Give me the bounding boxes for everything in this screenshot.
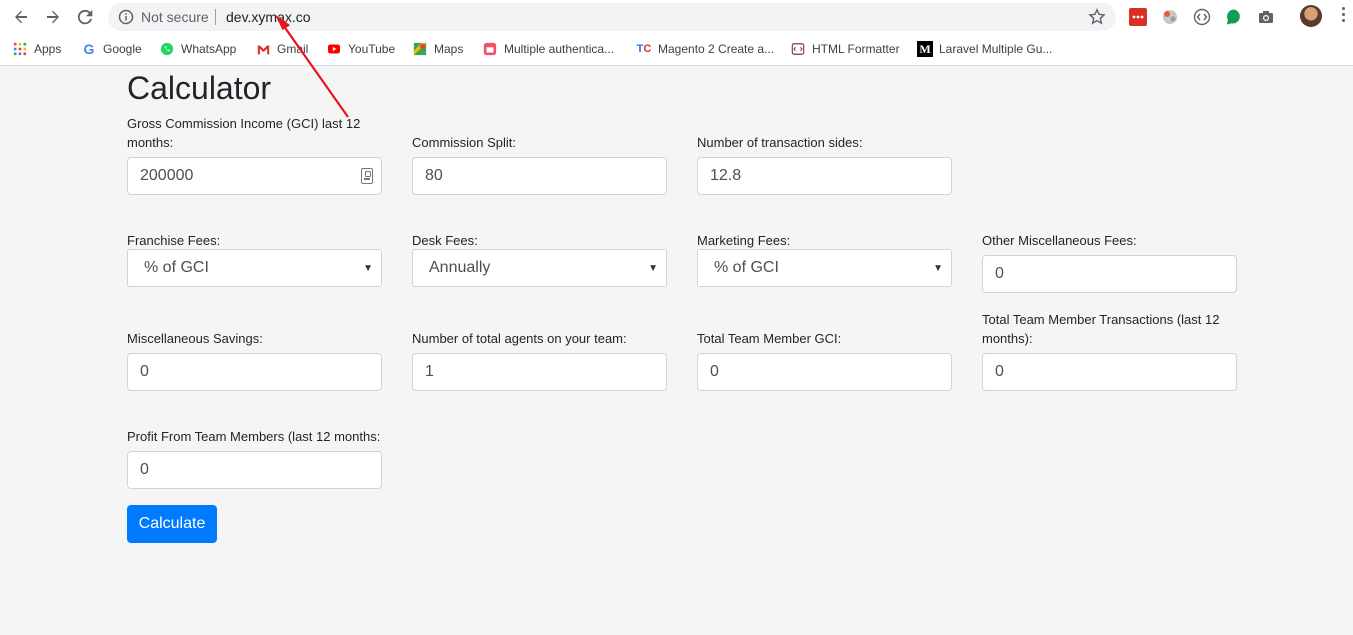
team-member-gci-label: Total Team Member GCI: — [697, 331, 842, 346]
bookmark-whatsapp[interactable]: WhatsApp — [159, 40, 236, 58]
profit-team-members-value: 0 — [140, 461, 149, 478]
bookmark-label: YouTube — [348, 42, 396, 56]
total-agents-input[interactable]: 1 — [412, 353, 667, 391]
calculate-button[interactable]: Calculate — [127, 505, 217, 543]
info-icon[interactable] — [118, 9, 134, 25]
team-member-transactions-label: Total Team Member Transactions (last 12 … — [982, 312, 1220, 346]
bookmark-youtube[interactable]: YouTube — [326, 40, 395, 58]
tc-icon: TC — [636, 43, 652, 55]
misc-savings-label: Miscellaneous Savings: — [127, 331, 263, 346]
marketing-fees-select[interactable]: % of GCI ▼ — [697, 249, 952, 287]
desk-fees-label: Desk Fees: — [412, 233, 478, 248]
maps-icon — [412, 41, 428, 57]
team-member-transactions-input[interactable]: 0 — [982, 353, 1237, 391]
medium-icon: M — [917, 41, 933, 57]
bookmark-label: WhatsApp — [181, 42, 237, 56]
commission-split-label: Commission Split: — [412, 135, 517, 150]
gci-value: 200000 — [140, 167, 194, 184]
bookmark-label: Magento 2 Create a... — [658, 42, 775, 56]
bookmark-label: HTML Formatter — [812, 42, 900, 56]
whatsapp-icon — [159, 41, 175, 57]
bookmark-label: Apps — [34, 42, 62, 56]
bookmark-gmail[interactable]: Gmail — [255, 40, 308, 58]
other-misc-fees-value: 0 — [995, 265, 1004, 282]
google-icon: G — [83, 41, 95, 57]
marketing-fees-value: % of GCI — [714, 259, 779, 276]
address-bar[interactable]: Not secure dev.xymax.co — [108, 3, 1116, 31]
bookmark-html-formatter[interactable]: HTML Formatter — [790, 40, 900, 58]
bookmarks-bar: Apps G Google WhatsApp Gmail YouTube Map… — [0, 34, 1353, 66]
chevron-down-icon: ▼ — [648, 263, 658, 274]
bookmark-pink-icon — [482, 41, 498, 57]
bookmark-apps[interactable]: Apps — [12, 40, 61, 58]
total-agents-label: Number of total agents on your team: — [412, 331, 627, 346]
profit-team-members-input[interactable]: 0 — [127, 451, 382, 489]
profit-team-members-label: Profit From Team Members (last 12 months… — [127, 429, 381, 444]
back-arrow-icon[interactable] — [9, 5, 33, 29]
bookmark-star-icon[interactable] — [1088, 8, 1106, 26]
bookmark-label: Multiple authentica... — [504, 42, 615, 56]
marketing-fees-label: Marketing Fees: — [697, 233, 791, 248]
franchise-fees-label: Franchise Fees: — [127, 233, 221, 248]
security-status-text[interactable]: Not secure — [141, 9, 209, 25]
transaction-sides-label: Number of transaction sides: — [697, 135, 863, 150]
other-misc-fees-input[interactable]: 0 — [982, 255, 1237, 293]
html-formatter-icon — [790, 41, 806, 57]
gci-input[interactable]: 200000 — [127, 157, 382, 195]
youtube-icon — [326, 41, 342, 57]
omnibox-divider — [215, 9, 216, 25]
transaction-sides-value: 12.8 — [710, 167, 742, 184]
team-member-gci-input[interactable]: 0 — [697, 353, 952, 391]
extension-camera-icon[interactable] — [1257, 8, 1275, 26]
reload-icon[interactable] — [73, 5, 97, 29]
browser-toolbar: Not secure dev.xymax.co — [0, 0, 1353, 34]
extension-code-icon[interactable] — [1193, 8, 1211, 26]
url-text[interactable]: dev.xymax.co — [226, 9, 311, 25]
team-member-gci-value: 0 — [710, 363, 719, 380]
chevron-down-icon: ▼ — [933, 263, 943, 274]
chevron-down-icon: ▼ — [363, 263, 373, 274]
other-misc-fees-label: Other Miscellaneous Fees: — [982, 233, 1137, 248]
extension-lastpass-icon[interactable] — [1129, 8, 1147, 26]
bookmark-label: Google — [103, 42, 142, 56]
commission-split-value: 80 — [425, 167, 443, 184]
contact-card-icon[interactable] — [361, 168, 373, 184]
bookmark-label: Laravel Multiple Gu... — [939, 42, 1053, 56]
bookmark-label: Maps — [434, 42, 464, 56]
extension-globe-icon[interactable] — [1161, 8, 1179, 26]
misc-savings-value: 0 — [140, 363, 149, 380]
gmail-icon — [255, 41, 271, 57]
team-member-transactions-value: 0 — [995, 363, 1004, 380]
misc-savings-input[interactable]: 0 — [127, 353, 382, 391]
bookmark-google[interactable]: G Google — [81, 40, 142, 58]
transaction-sides-input[interactable]: 12.8 — [697, 157, 952, 195]
forward-arrow-icon[interactable] — [41, 5, 65, 29]
franchise-fees-value: % of GCI — [144, 259, 209, 276]
page-title: Calculator — [127, 70, 272, 106]
gci-label: Gross Commission Income (GCI) last 12 mo… — [127, 116, 361, 150]
apps-grid-icon — [12, 41, 28, 57]
desk-fees-select[interactable]: Annually ▼ — [412, 249, 667, 287]
total-agents-value: 1 — [425, 363, 434, 380]
bookmark-label: Gmail — [277, 42, 309, 56]
browser-menu-icon[interactable] — [1338, 7, 1348, 27]
bookmark-laravel[interactable]: M Laravel Multiple Gu... — [917, 40, 1052, 58]
bookmark-maps[interactable]: Maps — [412, 40, 463, 58]
franchise-fees-select[interactable]: % of GCI ▼ — [127, 249, 382, 287]
commission-split-input[interactable]: 80 — [412, 157, 667, 195]
bookmark-multiple-authentication[interactable]: Multiple authentica... — [482, 40, 614, 58]
desk-fees-value: Annually — [429, 259, 491, 276]
bookmark-magento[interactable]: TC Magento 2 Create a... — [636, 40, 774, 58]
extension-chat-icon[interactable] — [1225, 8, 1243, 26]
profile-avatar[interactable] — [1300, 5, 1322, 27]
